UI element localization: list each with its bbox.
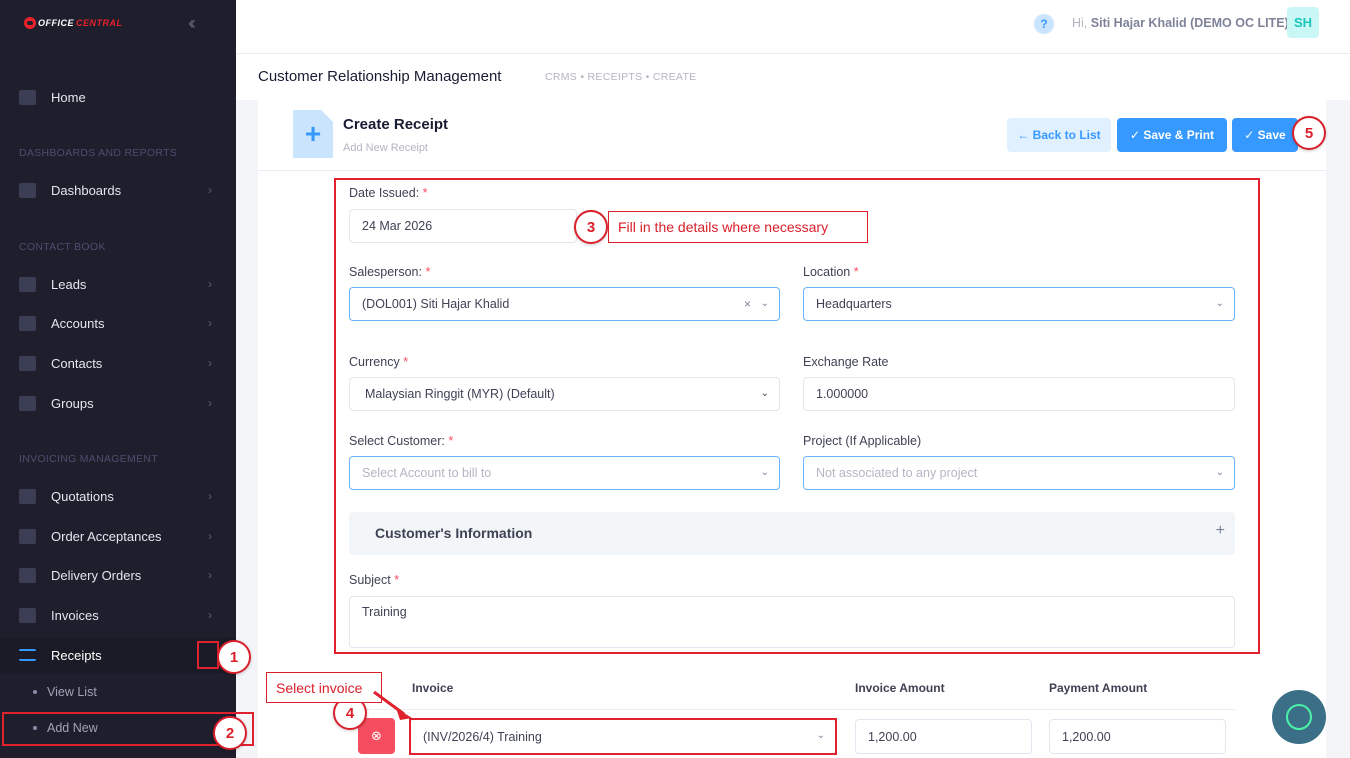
home-icon xyxy=(19,89,36,105)
dashboard-icon xyxy=(19,182,36,198)
page-title: Customer Relationship Management xyxy=(258,68,502,85)
column-header-payment-amount: Payment Amount xyxy=(1049,681,1148,695)
brand-name-part2: CENTRAL xyxy=(76,18,123,28)
help-icon[interactable]: ? xyxy=(1034,14,1054,34)
chevron-right-icon: › xyxy=(208,396,212,410)
callout-fill-details: Fill in the details where necessary xyxy=(608,211,868,243)
avatar[interactable]: SH xyxy=(1287,7,1319,38)
sidebar-item-label: Home xyxy=(51,89,86,105)
delivery-icon xyxy=(19,567,36,583)
remove-row-button[interactable]: ⊗ xyxy=(358,718,395,754)
sidebar-item-dashboards[interactable]: Dashboards › xyxy=(0,172,236,208)
save-and-print-button[interactable]: ✓ Save & Print xyxy=(1117,118,1227,152)
form-highlight-box xyxy=(334,178,1260,654)
chevron-right-icon: › xyxy=(208,489,212,503)
sidebar-item-label: Delivery Orders xyxy=(51,567,142,583)
chat-widget-button[interactable] xyxy=(1272,690,1326,744)
chevron-right-icon: › xyxy=(208,568,212,582)
accounts-icon xyxy=(19,315,36,331)
remove-icon: ⊗ xyxy=(371,728,382,743)
sidebar-item-label: Contacts xyxy=(51,355,103,371)
step-5-marker: 5 xyxy=(1292,116,1326,150)
sidebar-item-leads[interactable]: Leads › xyxy=(0,266,236,302)
arrow-icon xyxy=(373,690,412,720)
callout-select-invoice: Select invoice xyxy=(266,672,382,703)
table-divider xyxy=(349,709,1235,710)
column-header-invoice-amount: Invoice Amount xyxy=(855,681,945,695)
receipts-expand-highlight xyxy=(197,641,219,669)
chat-icon xyxy=(1286,704,1312,730)
sidebar-item-label: Invoices xyxy=(51,607,99,623)
chevron-right-icon: › xyxy=(208,529,212,543)
leads-icon xyxy=(19,276,36,292)
sidebar-item-accounts[interactable]: Accounts › xyxy=(0,305,236,341)
user-greeting[interactable]: Hi, Siti Hajar Khalid (DEMO OC LITE) xyxy=(1072,16,1289,30)
brand-name-part1: OFFICE xyxy=(38,18,74,28)
brand[interactable]: OFFICE CENTRAL ‹‹ xyxy=(0,0,236,46)
sidebar-item-order-acceptances[interactable]: Order Acceptances › xyxy=(0,518,236,554)
chevron-right-icon: › xyxy=(208,183,212,197)
contacts-icon xyxy=(19,355,36,371)
card-subtitle: Add New Receipt xyxy=(343,142,428,154)
card-header: + Create Receipt Add New Receipt ← Back … xyxy=(258,100,1326,171)
groups-icon xyxy=(19,395,36,411)
quotations-icon xyxy=(19,488,36,504)
invoice-amount-field[interactable]: 1,200.00 xyxy=(855,719,1032,754)
sidebar-item-label: Quotations xyxy=(51,488,114,504)
user-name: Siti Hajar Khalid (DEMO OC LITE) xyxy=(1090,16,1289,30)
invoice-icon xyxy=(19,607,36,623)
sidebar-subitem-view-list[interactable]: View List xyxy=(0,676,236,708)
step-1-marker: 1 xyxy=(217,640,251,674)
step-3-marker: 3 xyxy=(574,210,608,244)
add-document-icon: + xyxy=(293,110,333,158)
invoice-select-highlight xyxy=(409,718,837,755)
save-button[interactable]: ✓ Save xyxy=(1232,118,1298,152)
chevron-right-icon: › xyxy=(208,316,212,330)
sidebar-item-contacts[interactable]: Contacts › xyxy=(0,345,236,381)
back-to-list-button[interactable]: ← Back to List xyxy=(1007,118,1111,152)
sidebar-item-home[interactable]: Home xyxy=(0,79,236,115)
chevron-right-icon: › xyxy=(208,356,212,370)
order-acceptance-icon xyxy=(19,528,36,544)
sidebar-item-groups[interactable]: Groups › xyxy=(0,385,236,421)
section-contact-book: CONTACT BOOK xyxy=(19,241,106,253)
greeting-prefix: Hi, xyxy=(1072,16,1088,30)
chevron-right-icon: › xyxy=(208,277,212,291)
brand-logo-icon xyxy=(24,17,36,29)
receipts-icon xyxy=(19,649,36,661)
section-dashboards-reports: DASHBOARDS AND REPORTS xyxy=(19,147,178,159)
card-title: Create Receipt xyxy=(343,116,449,133)
sidebar-item-invoices[interactable]: Invoices › xyxy=(0,597,236,633)
sidebar-item-label: Leads xyxy=(51,276,87,292)
brand-logo: OFFICE CENTRAL xyxy=(24,17,123,29)
subheader: Customer Relationship Management CRMS • … xyxy=(236,54,1350,100)
section-invoicing: INVOICING MANAGEMENT xyxy=(19,453,159,465)
payment-amount-field[interactable]: 1,200.00 xyxy=(1049,719,1226,754)
step-2-marker: 2 xyxy=(213,716,247,750)
top-header: ? Hi, Siti Hajar Khalid (DEMO OC LITE) S… xyxy=(236,0,1350,54)
sidebar-item-label: Groups xyxy=(51,395,94,411)
breadcrumb: CRMS • RECEIPTS • CREATE xyxy=(545,71,697,83)
sidebar-item-label: Receipts xyxy=(51,647,102,663)
chevron-right-icon: › xyxy=(208,608,212,622)
collapse-sidebar-icon[interactable]: ‹‹ xyxy=(188,13,196,34)
sidebar-item-delivery-orders[interactable]: Delivery Orders › xyxy=(0,557,236,593)
sidebar-item-quotations[interactable]: Quotations › xyxy=(0,478,236,514)
bullet-icon xyxy=(33,690,37,694)
sidebar-item-label: Dashboards xyxy=(51,182,122,198)
sidebar-item-label: Accounts xyxy=(51,315,105,331)
sidebar-subitem-label: View List xyxy=(47,685,97,699)
sidebar-item-label: Order Acceptances xyxy=(51,528,162,544)
